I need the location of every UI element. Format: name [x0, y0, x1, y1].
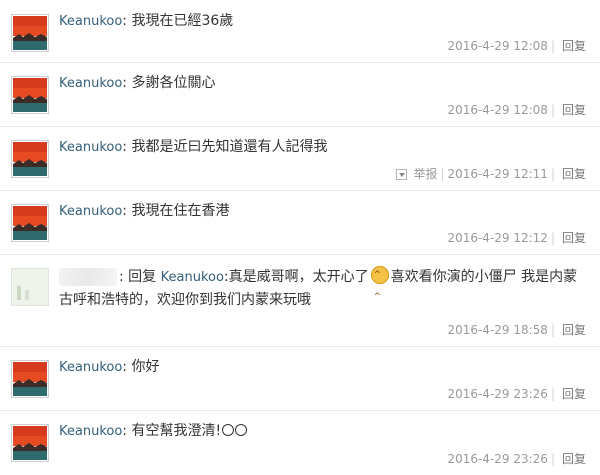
sunset-avatar-icon [13, 362, 47, 396]
comment-body: 有空幫我澄清! [131, 423, 222, 439]
comment-item: Keanukoo: 有空幫我澄清! 2016-4-29 23:26 | 回复 [0, 410, 600, 475]
comment-meta: 2016-4-29 18:58 | 回复 [447, 323, 586, 337]
comment-item: Keanukoo: 我現在已經36歲 2016-4-29 12:08 | 回复 [0, 0, 600, 63]
comment-username[interactable]: Keanukoo [59, 424, 122, 439]
user-avatar[interactable] [11, 360, 49, 398]
comment-timestamp: 2016-4-29 23:26 [447, 452, 548, 466]
comment-meta: 2016-4-29 12:08 | 回复 [447, 103, 586, 117]
comment-item: Keanukoo: 我都是近曰先知道還有人記得我 举报 | 2016-4-29 12… [0, 126, 600, 191]
reply-button[interactable]: 回复 [562, 387, 586, 401]
reply-button[interactable]: 回复 [562, 323, 586, 337]
comment-list: Keanukoo: 我現在已經36歲 2016-4-29 12:08 | 回复 Ke… [0, 0, 600, 475]
comment-username[interactable]: Keanukoo [59, 360, 122, 375]
reply-button[interactable]: 回复 [562, 231, 586, 245]
reply-prefix: 回复 [128, 269, 157, 285]
reply-to-username[interactable]: Keanukoo [161, 270, 224, 285]
dropdown-arrow-icon[interactable] [396, 169, 408, 180]
comment-username[interactable]: Keanukoo [59, 140, 122, 155]
reply-button[interactable]: 回复 [562, 167, 586, 181]
report-link[interactable]: 举报 [413, 167, 437, 181]
comment-body: :真是威哥啊，太开心了 [223, 269, 369, 285]
face-emoji [222, 424, 235, 436]
comment-text: Keanukoo: 我都是近曰先知道還有人記得我 [59, 139, 328, 155]
comment-body: 我都是近曰先知道還有人記得我 [131, 139, 328, 155]
comment-text: : 回复 Keanukoo:真是威哥啊，太开心了喜欢看你演的小僵尸 我是内蒙古呼… [59, 264, 579, 311]
comment-timestamp: 2016-4-29 12:12 [447, 231, 548, 245]
comment-item: Keanukoo: 你好 2016-4-29 23:26 | 回复 [0, 346, 600, 411]
user-avatar[interactable] [11, 140, 49, 178]
comment-item: Keanukoo: 多謝各位關心 2016-4-29 12:08 | 回复 [0, 62, 600, 127]
comment-body: 我現在住在香港 [131, 203, 230, 219]
reply-button[interactable]: 回复 [562, 103, 586, 117]
comment-timestamp: 2016-4-29 12:08 [447, 39, 548, 53]
comment-timestamp: 2016-4-29 12:08 [447, 103, 548, 117]
sunset-avatar-icon [13, 426, 47, 460]
comment-body: 你好 [131, 359, 160, 375]
comment-item: Keanukoo: 我現在住在香港 2016-4-29 12:12 | 回复 [0, 190, 600, 255]
face-emoji [235, 424, 248, 436]
user-avatar[interactable] [11, 424, 49, 462]
comment-username[interactable]: Keanukoo [59, 14, 122, 29]
comment-body: 多謝各位關心 [131, 75, 216, 91]
comment-timestamp: 2016-4-29 18:58 [447, 323, 548, 337]
user-avatar-blurred[interactable] [11, 268, 49, 306]
user-avatar[interactable] [11, 14, 49, 52]
reply-button[interactable]: 回复 [562, 452, 586, 466]
comment-meta: 2016-4-29 23:26 | 回复 [447, 452, 586, 466]
comment-text: Keanukoo: 我現在已經36歲 [59, 13, 234, 29]
comment-meta: 举报 | 2016-4-29 12:11 | 回复 [396, 165, 586, 182]
comment-text: Keanukoo: 有空幫我澄清! [59, 420, 579, 443]
sunset-avatar-icon [13, 142, 47, 176]
comment-timestamp: 2016-4-29 12:11 [447, 167, 548, 181]
comment-username[interactable]: Keanukoo [59, 76, 122, 91]
comment-body: 我現在已經36歲 [131, 13, 234, 29]
reply-button[interactable]: 回复 [562, 39, 586, 53]
comment-username[interactable]: Keanukoo [59, 204, 122, 219]
user-avatar[interactable] [11, 204, 49, 242]
comment-item: : 回复 Keanukoo:真是威哥啊，太开心了喜欢看你演的小僵尸 我是内蒙古呼… [0, 254, 600, 347]
comment-meta: 2016-4-29 12:12 | 回复 [447, 231, 586, 245]
user-avatar[interactable] [11, 76, 49, 114]
comment-meta: 2016-4-29 23:26 | 回复 [447, 387, 586, 401]
comment-timestamp: 2016-4-29 23:26 [447, 387, 548, 401]
comment-text: Keanukoo: 你好 [59, 359, 160, 375]
blurred-avatar-icon [13, 270, 47, 304]
comment-text: Keanukoo: 多謝各位關心 [59, 75, 216, 91]
sunset-avatar-icon [13, 78, 47, 112]
sunset-avatar-icon [13, 206, 47, 240]
sunset-avatar-icon [13, 16, 47, 50]
smile-emoji [370, 264, 389, 308]
comment-text: Keanukoo: 我現在住在香港 [59, 203, 230, 219]
blurred-username[interactable] [59, 268, 117, 286]
comment-meta: 2016-4-29 12:08 | 回复 [447, 39, 586, 53]
